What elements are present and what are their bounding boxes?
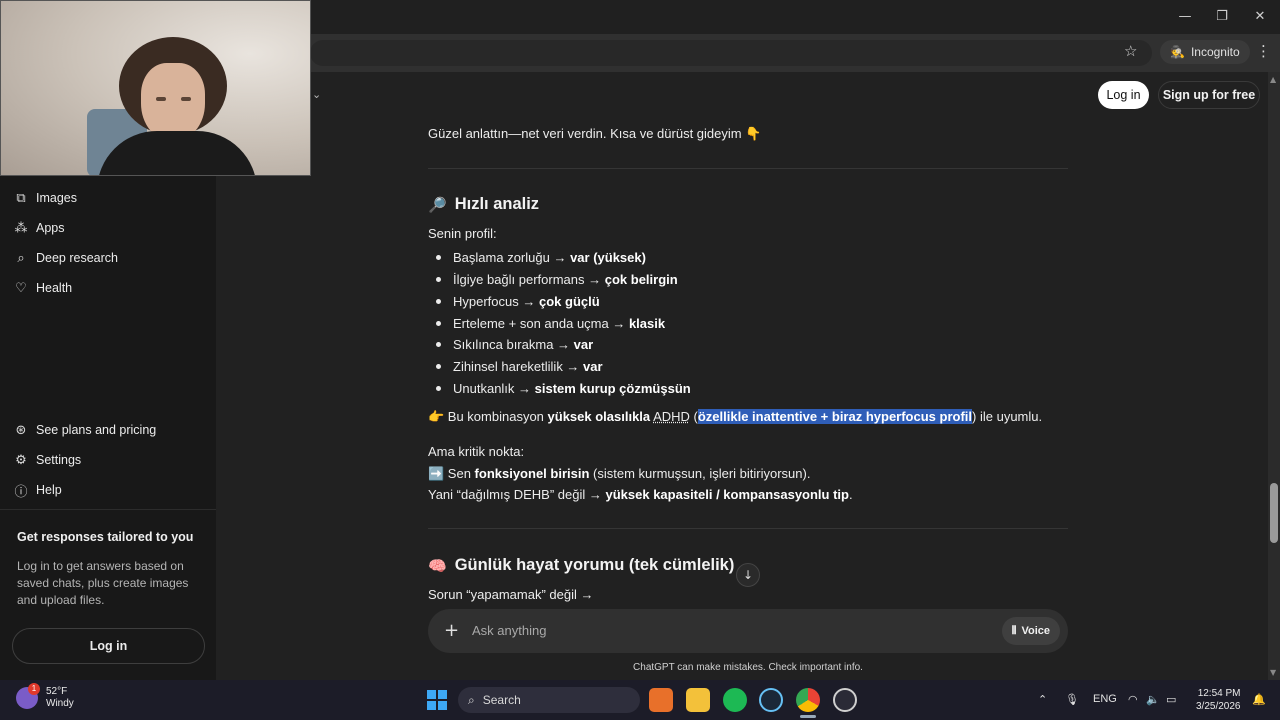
- minimize-button[interactable]: —: [1170, 6, 1200, 28]
- battery-icon[interactable]: ▭: [1166, 693, 1176, 706]
- help-icon: ⓘ: [14, 484, 28, 500]
- sidebar-item-health[interactable]: ♡ Health: [14, 276, 72, 300]
- taskbar: [0, 680, 1280, 720]
- arrow-right-icon: ➡️: [428, 467, 445, 482]
- active-app-indicator: [800, 715, 816, 718]
- address-bar[interactable]: [310, 40, 1152, 66]
- promo-text: Log in to get answers based on saved cha…: [17, 559, 189, 607]
- bookmark-star-icon[interactable]: ☆: [1124, 42, 1137, 60]
- file-explorer-icon[interactable]: [686, 688, 710, 712]
- sidebar-item-apps[interactable]: ⁂ Apps: [14, 216, 65, 240]
- sidebar-item-label: See plans and pricing: [36, 423, 157, 437]
- weather-icon: 1: [16, 683, 40, 709]
- sidebar-login-button[interactable]: Log in: [12, 628, 205, 664]
- scrollbar[interactable]: [1268, 72, 1280, 680]
- section-heading-daily: 🧠 Günlük hayat yorumu (tek cümlelik): [428, 556, 735, 575]
- scroll-up-icon[interactable]: ▲: [1270, 75, 1276, 84]
- sidebar-item-plans[interactable]: ⊛ See plans and pricing: [14, 418, 157, 442]
- taskbar-search[interactable]: ⌕ Search: [458, 687, 640, 713]
- volume-icon[interactable]: 🔈: [1146, 693, 1160, 706]
- incognito-label: Incognito: [1190, 45, 1240, 59]
- scroll-to-bottom-button[interactable]: ↓: [736, 563, 760, 587]
- sidebar-item-label: Deep research: [36, 251, 118, 265]
- browser-menu-icon[interactable]: ⋮: [1256, 42, 1271, 60]
- list-item: Başlama zorluğu → var (yüksek): [436, 250, 646, 265]
- chat-main: [216, 72, 1268, 680]
- sidebar-item-label: Images: [36, 191, 77, 205]
- settings-icon: ⚙: [15, 452, 27, 468]
- signup-button[interactable]: Sign up for free: [1158, 81, 1260, 109]
- magnifier-icon: 🔎: [428, 195, 447, 214]
- chrome-icon[interactable]: [796, 688, 820, 712]
- pointing-hand-icon: 👉: [428, 410, 445, 425]
- sidebar-divider: [0, 509, 216, 510]
- search-icon: ⌕: [468, 692, 475, 707]
- plus-icon[interactable]: +: [444, 620, 459, 641]
- weather-temp: 52°F: [46, 686, 68, 697]
- scroll-down-icon[interactable]: ▼: [1270, 668, 1276, 677]
- selected-text: özellikle inattentive + biraz hyperfocus…: [697, 409, 973, 424]
- header-login-button[interactable]: Log in: [1098, 81, 1149, 109]
- microphone-icon[interactable]: 🎙: [1065, 693, 1079, 706]
- store-app-icon[interactable]: [649, 688, 673, 712]
- section2-line: Sorun “yapamamak” değil →: [428, 587, 594, 602]
- list-item: Unutkanlık → sistem kurup çözmüşsün: [436, 381, 691, 396]
- plans-icon: ⊛: [15, 422, 27, 438]
- sidebar-item-label: Apps: [36, 221, 65, 235]
- deep-research-icon: ⌕: [17, 250, 25, 266]
- incognito-icon: 🕵: [1170, 45, 1185, 59]
- conclusion-line: 👉 Bu kombinasyon yüksek olasılıkla ADHD …: [428, 409, 1043, 425]
- chatgpt-app-icon[interactable]: [833, 688, 857, 712]
- critical-line-1: ➡️ Sen fonksiyonel birisin (sistem kurmu…: [428, 466, 811, 482]
- intro-text: Güzel anlattın—net veri verdin. Kısa ve …: [428, 126, 762, 141]
- promo-title: Get responses tailored to you: [17, 530, 194, 544]
- images-icon: ⧉: [16, 190, 26, 206]
- adhd-term: ADHD: [653, 409, 690, 424]
- profile-label: Senin profil:: [428, 226, 497, 241]
- notification-bell-icon[interactable]: 🔔: [1252, 693, 1266, 706]
- voice-button[interactable]: ⦀ Voice: [1001, 617, 1060, 645]
- sidebar-item-help[interactable]: ⓘ Help: [14, 478, 62, 502]
- disclaimer: ChatGPT can make mistakes. Check importa…: [633, 662, 863, 673]
- chevron-up-icon[interactable]: ⌃: [1038, 693, 1047, 706]
- waveform-icon: ⦀: [1011, 624, 1017, 637]
- start-button[interactable]: [427, 690, 447, 710]
- composer-placeholder[interactable]: Ask anything: [472, 623, 546, 638]
- sidebar-item-deep-research[interactable]: ⌕ Deep research: [14, 246, 118, 270]
- weather-widget[interactable]: 1 52°F Windy: [16, 683, 74, 710]
- sidebar-item-settings[interactable]: ⚙ Settings: [14, 448, 81, 472]
- webcam-overlay: [0, 0, 311, 176]
- language-indicator[interactable]: ENG: [1093, 693, 1117, 705]
- list-item: Sıkılınca bırakma → var: [436, 337, 593, 352]
- incognito-badge[interactable]: 🕵 Incognito: [1160, 40, 1250, 64]
- spotify-icon[interactable]: [723, 688, 747, 712]
- apps-icon: ⁂: [14, 220, 28, 236]
- wifi-icon[interactable]: ◠: [1128, 693, 1138, 706]
- list-item: Erteleme + son anda uçma → klasik: [436, 316, 665, 331]
- brain-icon: 🧠: [428, 556, 447, 575]
- restore-button[interactable]: ❐: [1207, 6, 1237, 28]
- list-item: Zihinsel hareketlilik → var: [436, 359, 603, 374]
- steam-icon[interactable]: [759, 688, 783, 712]
- sidebar-item-label: Health: [36, 281, 73, 295]
- sidebar: ⧉ Images ⁂ Apps ⌕ Deep research ♡ Health…: [0, 176, 216, 680]
- chevron-down-icon[interactable]: ⌄: [312, 88, 321, 101]
- list-item: İlgiye bağlı performans → çok belirgin: [436, 272, 678, 287]
- weather-desc: Windy: [46, 698, 74, 709]
- list-item: Hyperfocus → çok güçlü: [436, 294, 600, 309]
- sidebar-item-label: Help: [36, 483, 62, 497]
- notification-badge: 1: [28, 683, 40, 695]
- divider: [428, 168, 1068, 169]
- health-icon: ♡: [15, 280, 27, 296]
- clock[interactable]: 12:54 PM 3/25/2026: [1196, 687, 1241, 713]
- scrollbar-thumb[interactable]: [1270, 483, 1278, 543]
- sidebar-item-images[interactable]: ⧉ Images: [14, 186, 77, 210]
- section-heading-analysis: 🔎 Hızlı analiz: [428, 195, 540, 214]
- sidebar-item-label: Settings: [36, 453, 82, 467]
- critical-line-2: Yani “dağılmış DEHB” değil → yüksek kapa…: [428, 487, 853, 502]
- critical-label: Ama kritik nokta:: [428, 444, 525, 459]
- composer[interactable]: + Ask anything ⦀ Voice: [428, 609, 1068, 653]
- divider: [428, 528, 1068, 529]
- close-window-button[interactable]: ✕: [1245, 6, 1275, 28]
